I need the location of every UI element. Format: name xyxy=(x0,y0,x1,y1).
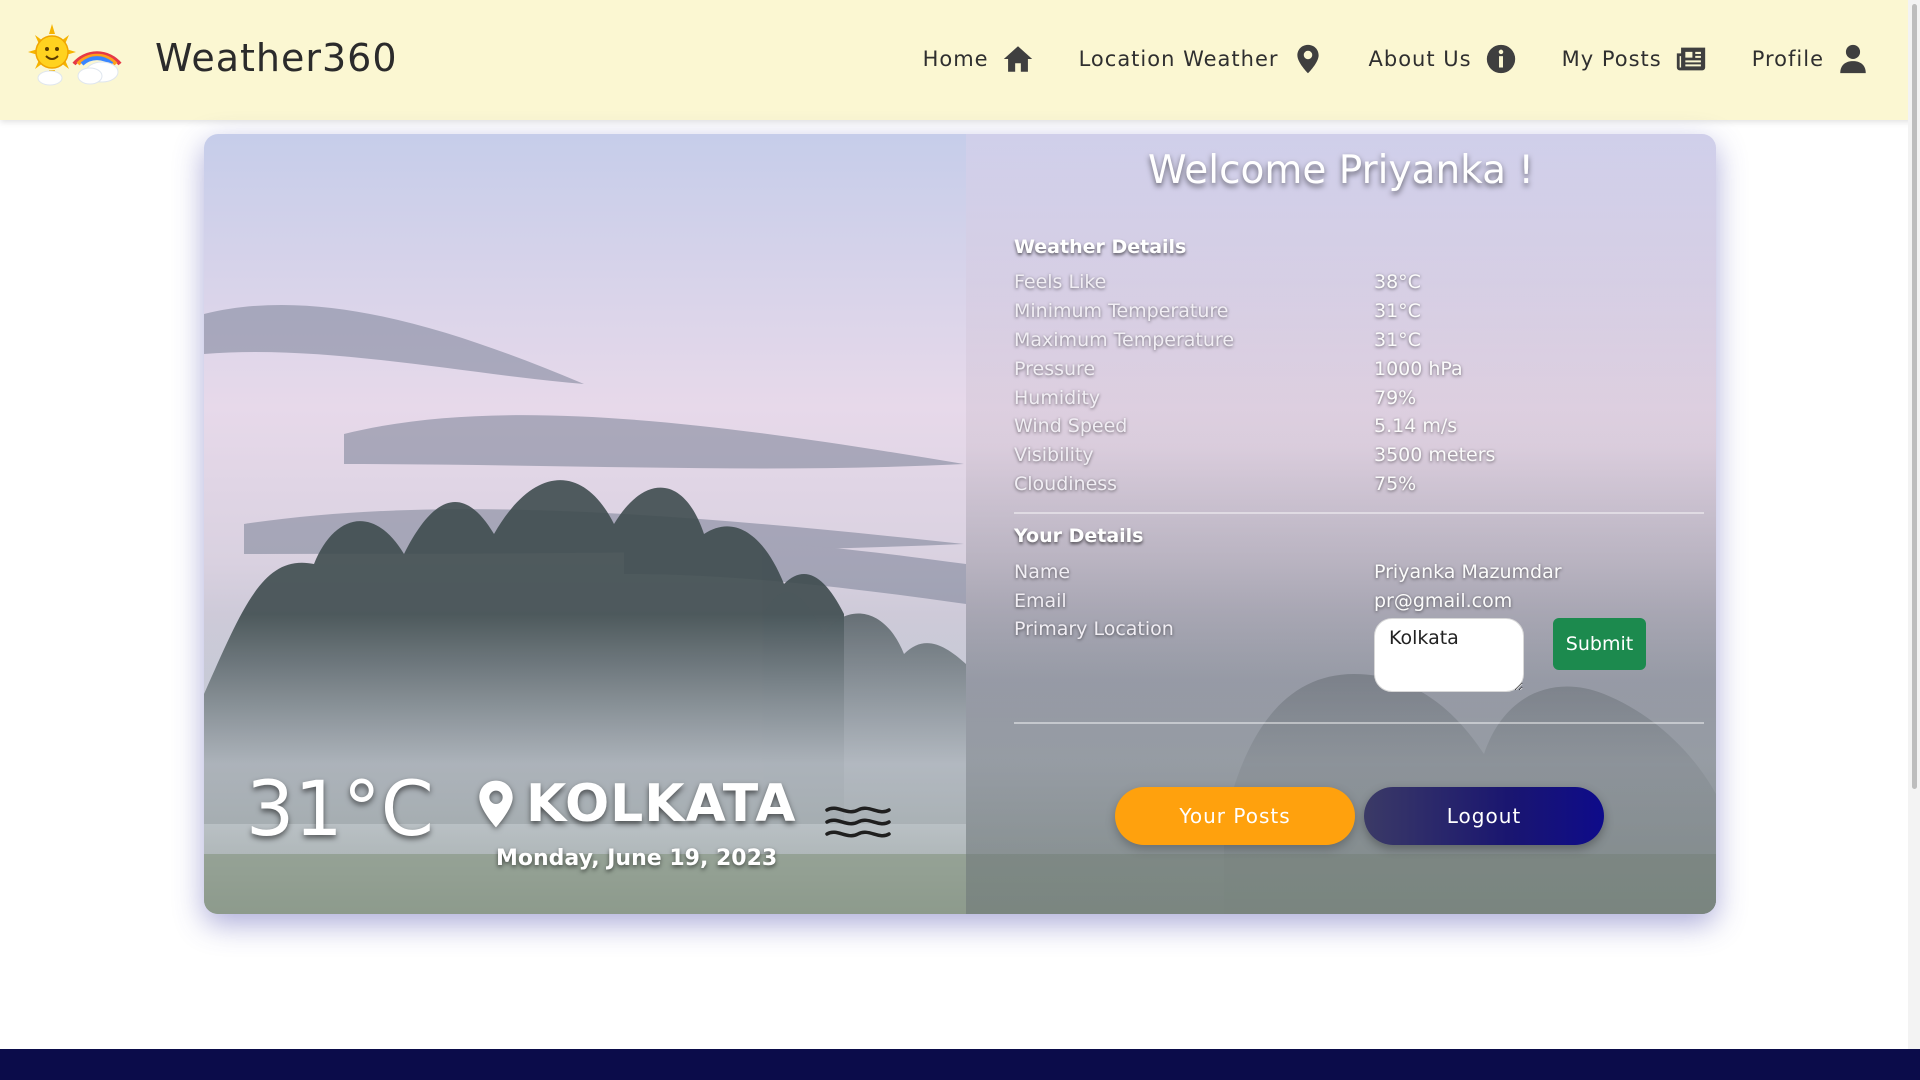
top-navbar: Weather360 Home Location Weather About U… xyxy=(0,0,1920,120)
min-temp-value: 31°C xyxy=(1374,300,1421,322)
nav-location-weather-label: Location Weather xyxy=(1078,47,1279,71)
wind-speed-value: 5.14 m/s xyxy=(1374,415,1458,437)
email-label: Email xyxy=(1014,590,1067,612)
nav-profile-label: Profile xyxy=(1751,47,1824,71)
actions-divider xyxy=(1014,722,1704,724)
current-date: Monday, June 19, 2023 xyxy=(496,846,778,871)
nav-about-us[interactable]: About Us xyxy=(1369,42,1518,76)
footer-bar xyxy=(0,1049,1920,1080)
humidity-label: Humidity xyxy=(1014,387,1101,409)
name-value: Priyanka Mazumdar xyxy=(1374,561,1562,583)
visibility-label: Visibility xyxy=(1014,444,1094,466)
section-divider xyxy=(1014,512,1704,514)
map-pin-icon xyxy=(1296,44,1319,74)
your-details-title: Your Details xyxy=(1014,525,1144,547)
page-scrollbar[interactable] xyxy=(1908,0,1920,1080)
max-temp-label: Maximum Temperature xyxy=(1014,329,1235,351)
feels-like-label: Feels Like xyxy=(1014,271,1107,293)
cloudiness-value: 75% xyxy=(1374,473,1417,495)
home-icon xyxy=(1003,46,1032,72)
pressure-label: Pressure xyxy=(1014,358,1096,380)
mist-icon xyxy=(825,806,891,838)
logout-button[interactable]: Logout xyxy=(1364,787,1604,845)
nav-location-weather[interactable]: Location Weather xyxy=(1079,42,1325,76)
primary-location-input[interactable] xyxy=(1374,618,1524,692)
weather-details-title: Weather Details xyxy=(1014,236,1187,258)
humidity-value: 79% xyxy=(1374,387,1417,409)
info-icon xyxy=(1486,44,1515,74)
current-temperature: 31°C xyxy=(246,764,434,853)
nav-home[interactable]: Home xyxy=(923,42,1035,76)
nav-home-label: Home xyxy=(922,47,989,71)
nav-profile[interactable]: Profile xyxy=(1752,42,1870,76)
name-label: Name xyxy=(1014,561,1071,583)
scrollbar-thumb[interactable] xyxy=(1912,4,1917,789)
nav-my-posts-label: My Posts xyxy=(1561,47,1662,71)
current-weather-pane: 31°C KOLKATA Monday, June 19, 2023 xyxy=(204,134,966,914)
main-nav: Home Location Weather About Us My Posts … xyxy=(879,42,1870,76)
min-temp-label: Minimum Temperature xyxy=(1014,300,1229,322)
feels-like-value: 38°C xyxy=(1374,271,1421,293)
city-row: KOLKATA xyxy=(476,774,796,834)
your-posts-button[interactable]: Your Posts xyxy=(1115,787,1355,845)
wind-speed-label: Wind Speed xyxy=(1014,415,1128,437)
nav-about-us-label: About Us xyxy=(1368,47,1472,71)
nav-my-posts[interactable]: My Posts xyxy=(1562,42,1708,76)
user-icon xyxy=(1840,44,1866,74)
primary-location-label: Primary Location xyxy=(1014,618,1174,640)
sun-rainbow-logo-icon[interactable] xyxy=(28,24,122,88)
pressure-value: 1000 hPa xyxy=(1374,358,1463,380)
cloudiness-label: Cloudiness xyxy=(1014,473,1118,495)
brand-title[interactable]: Weather360 xyxy=(155,36,398,80)
max-temp-value: 31°C xyxy=(1374,329,1421,351)
newspaper-icon xyxy=(1676,47,1705,71)
city-name: KOLKATA xyxy=(526,774,797,834)
email-value: pr@gmail.com xyxy=(1374,590,1513,612)
submit-location-button[interactable]: Submit xyxy=(1553,618,1646,670)
visibility-value: 3500 meters xyxy=(1374,444,1496,466)
welcome-heading: Welcome Priyanka ! xyxy=(1147,148,1535,193)
location-pin-icon xyxy=(479,780,513,828)
